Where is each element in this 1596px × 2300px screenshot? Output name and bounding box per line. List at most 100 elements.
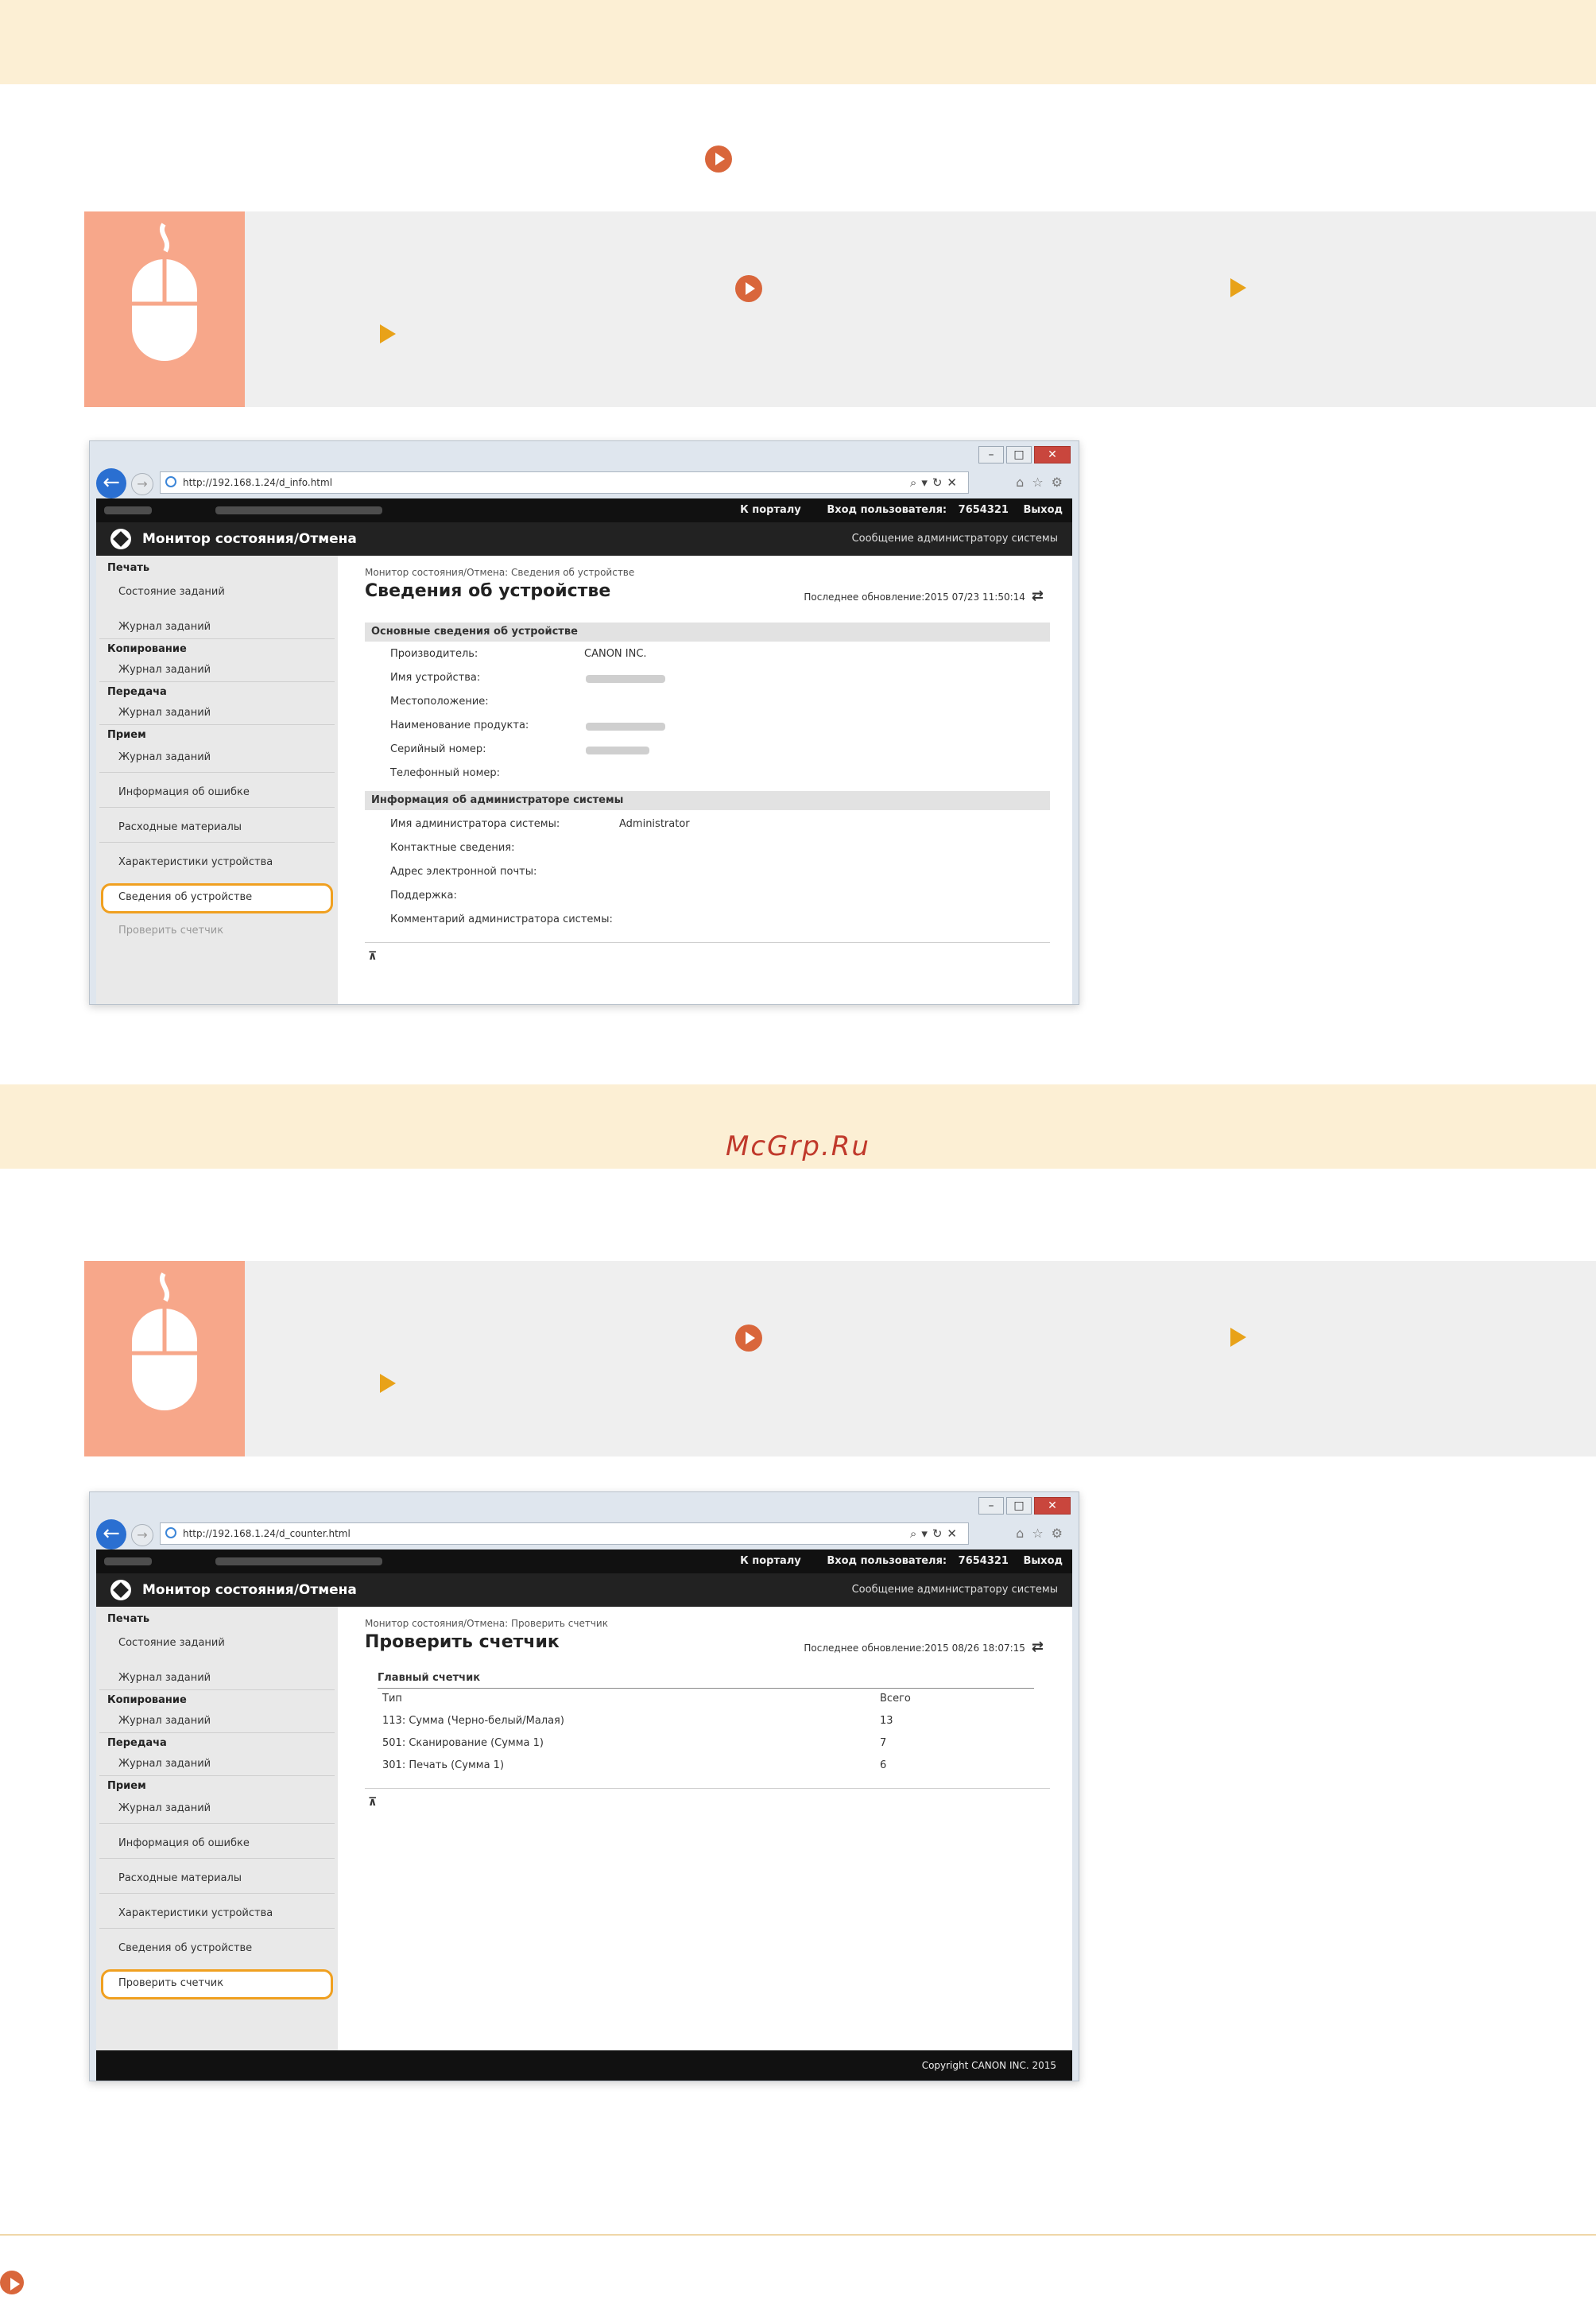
sidebar-item-copy-log[interactable]: Журнал заданий — [118, 664, 211, 676]
sidebar-divider — [99, 724, 335, 725]
page-top-icon[interactable]: ⊼ — [368, 1796, 377, 1809]
refresh-icon[interactable]: ⇄ — [1032, 588, 1044, 604]
sidebar-item-print-log[interactable]: Журнал заданий — [118, 1672, 211, 1684]
app-header: Монитор состояния/Отмена Сообщение админ… — [96, 522, 1072, 556]
label-product-name: Наименование продукта: — [390, 719, 529, 731]
status-monitor-logo-icon — [110, 529, 131, 549]
app-title: Монитор состояния/Отмена — [142, 531, 357, 547]
sidebar-item-print-status[interactable]: Состояние заданий — [118, 1637, 225, 1649]
forward-arrow-icon[interactable]: → — [131, 1524, 153, 1546]
url-text: http://192.168.1.24/d_counter.html — [183, 1528, 351, 1539]
table-row-total: 7 — [880, 1737, 887, 1749]
minimize-icon[interactable]: – — [978, 1497, 1004, 1515]
close-icon[interactable]: ✕ — [1034, 1497, 1071, 1515]
login-value: 7654321 — [958, 1555, 1009, 1567]
login-label: Вход пользователя: — [827, 504, 947, 516]
counter-heading-underline — [378, 1688, 1034, 1689]
sidebar-item-send-log[interactable]: Журнал заданий — [118, 707, 211, 719]
logout-link[interactable]: Выход — [1024, 1555, 1063, 1567]
value-admin-name: Administrator — [619, 818, 690, 830]
sidebar-head-print: Печать — [107, 562, 150, 574]
close-icon[interactable]: ✕ — [1034, 446, 1071, 463]
search-refresh-icon[interactable]: ⌕▾↻✕ — [910, 1523, 962, 1544]
refresh-icon[interactable]: ⇄ — [1032, 1639, 1044, 1655]
back-arrow-icon[interactable]: ← — [96, 1519, 126, 1549]
label-phone: Телефонный номер: — [390, 767, 501, 779]
menu-arrow-icon — [380, 324, 396, 343]
menu-arrow-icon — [380, 1374, 396, 1393]
page-top-icon[interactable]: ⊼ — [368, 950, 377, 963]
label-comment: Комментарий администратора системы: — [390, 913, 613, 925]
portal-link[interactable]: К порталу — [740, 504, 801, 516]
device-name-blurred — [104, 506, 152, 514]
sidebar-divider — [99, 1823, 335, 1824]
sidebar-item-consumables[interactable]: Расходные материалы — [118, 1872, 242, 1884]
table-row-type: 301: Печать (Сумма 1) — [382, 1759, 505, 1771]
value-manufacturer: CANON INC. — [584, 648, 647, 660]
login-value: 7654321 — [958, 504, 1009, 516]
link-arrow-icon[interactable] — [705, 145, 732, 173]
maximize-icon[interactable]: □ — [1006, 446, 1032, 463]
sidebar-item-check-counter[interactable]: Проверить счетчик — [118, 1977, 223, 1989]
table-row-type: 501: Сканирование (Сумма 1) — [382, 1737, 544, 1749]
sidebar-divider — [99, 842, 335, 843]
browser-window-check-counter: – □ ✕ ← → http://192.168.1.24/d_counter.… — [89, 1491, 1079, 2081]
home-star-gear-icon[interactable]: ⌂☆⚙ — [1016, 475, 1071, 490]
admin-message-link[interactable]: Сообщение администратору системы — [852, 522, 1058, 556]
address-bar[interactable]: http://192.168.1.24/d_counter.html ⌕▾↻✕ — [160, 1522, 969, 1545]
sidebar-divider — [99, 1893, 335, 1894]
sidebar-item-consumables[interactable]: Расходные материалы — [118, 821, 242, 833]
mouse-icon-svg — [132, 223, 197, 361]
sidebar-head-copy: Копирование — [107, 1694, 187, 1706]
section-admin-info: Информация об администраторе системы — [365, 791, 1050, 810]
address-bar[interactable]: http://192.168.1.24/d_info.html ⌕▾↻✕ — [160, 471, 969, 494]
sidebar-item-print-log[interactable]: Журнал заданий — [118, 621, 211, 633]
main-content: Монитор состояния/Отмена: Проверить счет… — [338, 1607, 1072, 2050]
sidebar-head-send: Передача — [107, 1737, 167, 1749]
sidebar-divider — [99, 807, 335, 808]
sidebar-item-receive-log[interactable]: Журнал заданий — [118, 751, 211, 763]
breadcrumb: Монитор состояния/Отмена: Сведения об ус… — [365, 567, 635, 578]
window-controls: – □ ✕ — [978, 1497, 1071, 1515]
link-arrow-icon[interactable] — [735, 275, 762, 302]
sidebar-item-send-log[interactable]: Журнал заданий — [118, 1758, 211, 1770]
link-arrow-icon[interactable] — [735, 1325, 762, 1352]
back-arrow-icon[interactable]: ← — [96, 468, 126, 498]
device-model-blurred — [215, 1557, 382, 1565]
sidebar-item-receive-log[interactable]: Журнал заданий — [118, 1802, 211, 1814]
sidebar-item-device-info[interactable]: Сведения об устройстве — [118, 891, 252, 903]
sidebar-item-device-features[interactable]: Характеристики устройства — [118, 1907, 273, 1919]
sidebar-item-check-counter[interactable]: Проверить счетчик — [118, 925, 223, 937]
sidebar-item-print-status[interactable]: Состояние заданий — [118, 586, 225, 598]
content-divider — [365, 1788, 1050, 1789]
sidebar-item-error-info[interactable]: Информация об ошибке — [118, 786, 250, 798]
mouse-icon-svg — [132, 1272, 197, 1410]
home-star-gear-icon[interactable]: ⌂☆⚙ — [1016, 1526, 1071, 1541]
address-row: ← → http://192.168.1.24/d_counter.html ⌕… — [90, 1518, 1079, 1549]
sidebar-divider — [99, 1775, 335, 1776]
minimize-icon[interactable]: – — [978, 446, 1004, 463]
search-refresh-icon[interactable]: ⌕▾↻✕ — [910, 472, 962, 493]
logout-link[interactable]: Выход — [1024, 504, 1063, 516]
url-text: http://192.168.1.24/d_info.html — [183, 477, 333, 488]
label-serial: Серийный номер: — [390, 743, 486, 755]
status-monitor-logo-icon — [110, 1580, 131, 1600]
top-bar: К порталу Вход пользователя: 7654321 Вых… — [96, 1549, 1072, 1573]
label-location: Местоположение: — [390, 696, 489, 708]
portal-link[interactable]: К порталу — [740, 1555, 801, 1567]
sidebar-item-device-info[interactable]: Сведения об устройстве — [118, 1942, 252, 1954]
column-total: Всего — [880, 1693, 911, 1705]
link-arrow-icon[interactable] — [0, 2271, 24, 2294]
sidebar-item-copy-log[interactable]: Журнал заданий — [118, 1715, 211, 1727]
sidebar-divider — [99, 1732, 335, 1733]
app-title: Монитор состояния/Отмена — [142, 1582, 357, 1598]
sidebar-item-device-features[interactable]: Характеристики устройства — [118, 856, 273, 868]
breadcrumb: Монитор состояния/Отмена: Проверить счет… — [365, 1618, 608, 1629]
sidebar: Печать Состояние заданий Журнал заданий … — [96, 556, 338, 1004]
table-row-total: 13 — [880, 1715, 893, 1727]
value-serial-blurred — [586, 747, 649, 754]
forward-arrow-icon[interactable]: → — [131, 473, 153, 495]
sidebar-item-error-info[interactable]: Информация об ошибке — [118, 1837, 250, 1849]
admin-message-link[interactable]: Сообщение администратору системы — [852, 1573, 1058, 1607]
maximize-icon[interactable]: □ — [1006, 1497, 1032, 1515]
